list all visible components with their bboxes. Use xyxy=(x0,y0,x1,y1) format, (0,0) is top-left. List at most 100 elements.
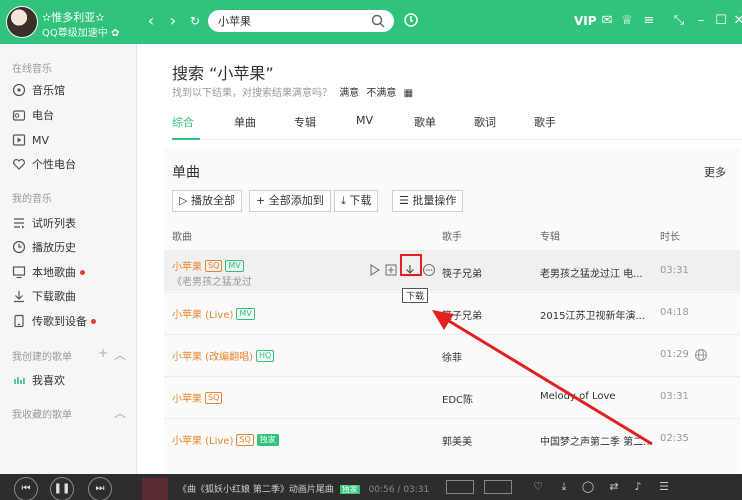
column-header-album[interactable]: 专辑 xyxy=(540,228,560,243)
tab-albums[interactable]: 专辑 xyxy=(294,114,316,130)
sidebar-item-label: MV xyxy=(32,133,50,147)
tab-songs[interactable]: 单曲 xyxy=(234,114,256,130)
qr-code-icon[interactable]: ▦ xyxy=(404,88,413,99)
skin-icon[interactable]: ♕ xyxy=(618,12,636,30)
mini-mode-icon[interactable]: ⤡ xyxy=(670,12,688,30)
album-cover[interactable] xyxy=(142,478,168,500)
column-header-song[interactable]: 歌曲 xyxy=(172,228,192,243)
back-arrow-icon[interactable]: ‹ xyxy=(142,12,160,30)
sidebar-item-radio[interactable]: 电台 xyxy=(12,106,54,124)
section-title: 单曲 xyxy=(172,165,200,181)
more-link[interactable]: 更多 xyxy=(704,164,726,180)
feedback-hint: 找到以下结果，对搜索结果满意吗？ 满意 不满意 ▦ xyxy=(172,84,413,99)
forward-arrow-icon[interactable]: › xyxy=(164,12,182,30)
sidebar-item-personal-radio[interactable]: 个性电台 xyxy=(12,155,76,173)
more-options-icon[interactable] xyxy=(422,263,436,277)
tab-mv[interactable]: MV xyxy=(356,114,373,127)
song-title[interactable]: 小苹果 (Live) MV xyxy=(172,306,255,321)
download-button[interactable]: ⤓ 下载 xyxy=(334,190,379,212)
play-mode-icon[interactable]: ⇄ xyxy=(606,480,622,494)
vip-label[interactable]: VIP xyxy=(574,14,597,28)
music-hall-icon xyxy=(12,83,26,97)
listen-identify-icon[interactable] xyxy=(402,12,420,30)
tab-lyrics[interactable]: 歌词 xyxy=(474,114,496,130)
volume-icon[interactable]: ♪ xyxy=(630,480,646,494)
refresh-icon[interactable]: ↻ xyxy=(186,12,204,30)
song-name[interactable]: 小苹果 (Live) xyxy=(172,306,233,321)
search-input[interactable] xyxy=(218,13,368,29)
now-playing-title[interactable]: 《曲《狐妖小红娘 第二季》动画片尾曲 xyxy=(178,485,334,495)
collapse-up-icon[interactable]: ︿ xyxy=(114,346,126,363)
mail-icon[interactable]: ✉ xyxy=(598,12,616,30)
mv-badge[interactable]: MV xyxy=(225,259,244,272)
minimize-icon[interactable]: – xyxy=(692,12,710,30)
download-icon xyxy=(14,291,24,303)
search-box[interactable] xyxy=(208,10,394,32)
add-all-button[interactable]: + 全部添加到 xyxy=(249,190,331,212)
unsatisfied-link[interactable]: 不满意 xyxy=(366,88,396,99)
album-name[interactable]: 老男孩之猛龙过江 电... xyxy=(540,265,643,280)
lyrics-icon[interactable] xyxy=(484,480,512,494)
song-title[interactable]: 小苹果 (改编翻唱) HQ xyxy=(172,348,275,363)
add-icon[interactable] xyxy=(384,263,398,277)
song-title[interactable]: 小苹果 SQ MV xyxy=(172,258,244,273)
play-all-button[interactable]: ▷ 播放全部 xyxy=(172,190,242,212)
pause-icon[interactable]: ❚❚ xyxy=(50,477,74,500)
user-name[interactable]: ✫惟多利亚✫ xyxy=(42,9,104,25)
close-icon[interactable]: ✕ xyxy=(730,12,742,30)
list-icon xyxy=(14,218,25,229)
play-icon[interactable] xyxy=(368,263,382,277)
sidebar-item-transfer-device[interactable]: 传歌到设备 xyxy=(12,312,96,330)
playlist-icon[interactable]: ☰ xyxy=(656,480,672,494)
sidebar-item-listen-list[interactable]: 试听列表 xyxy=(12,214,76,232)
collapse-up-icon[interactable]: ︿ xyxy=(114,404,126,421)
hq-badge: HQ xyxy=(255,349,275,362)
column-header-duration[interactable]: 时长 xyxy=(660,228,680,243)
list-icon: ☰ xyxy=(399,194,409,207)
satisfied-link[interactable]: 满意 xyxy=(339,88,359,99)
sidebar-item-favorites[interactable]: 我喜欢 xyxy=(12,371,65,389)
quality-icon[interactable] xyxy=(446,480,474,494)
column-header-artist[interactable]: 歌手 xyxy=(442,228,462,243)
sidebar-item-history[interactable]: 播放历史 xyxy=(12,238,76,256)
maximize-icon[interactable]: ☐ xyxy=(712,12,730,30)
artist-name[interactable]: 筷子兄弟 xyxy=(442,265,482,280)
sq-badge: SQ xyxy=(205,391,223,404)
menu-icon[interactable]: ≡ xyxy=(640,12,658,30)
song-name[interactable]: 小苹果 xyxy=(172,258,202,273)
mv-badge[interactable]: MV xyxy=(236,307,255,320)
search-icon[interactable] xyxy=(370,13,386,29)
download-icon[interactable]: ⤓ xyxy=(556,480,572,494)
now-playing: 《曲《狐妖小红娘 第二季》动画片尾曲 独家 00:56 / 03:31 xyxy=(178,482,429,495)
sidebar-item-label: 下载歌曲 xyxy=(32,290,76,303)
song-name[interactable]: 小苹果 xyxy=(172,390,202,405)
globe-icon[interactable] xyxy=(694,348,708,362)
avatar[interactable] xyxy=(6,6,38,38)
sidebar-item-mv[interactable]: MV xyxy=(12,131,49,149)
sidebar-header-online: 在线音乐 xyxy=(12,64,52,75)
sidebar-item-local-songs[interactable]: 本地歌曲 xyxy=(12,263,85,281)
tab-artists[interactable]: 歌手 xyxy=(534,114,556,130)
favorite-icon[interactable]: ♡ xyxy=(530,480,546,494)
tab-playlists[interactable]: 歌单 xyxy=(414,114,436,130)
song-name[interactable]: 小苹果 (Live) xyxy=(172,432,233,447)
notification-dot xyxy=(91,318,96,324)
sidebar-item-label: 传歌到设备 xyxy=(32,315,87,328)
batch-operation-button[interactable]: ☰ 批量操作 xyxy=(392,190,464,212)
monitor-icon xyxy=(12,266,26,279)
song-duration: 02:35 xyxy=(660,433,689,444)
tab-overall[interactable]: 综合 xyxy=(172,114,194,130)
previous-icon[interactable]: ⏮ xyxy=(14,477,38,500)
qq-level-label: QQ尊级加速中 xyxy=(42,28,108,39)
song-title[interactable]: 小苹果 SQ xyxy=(172,390,223,405)
sidebar-item-downloads[interactable]: 下载歌曲 xyxy=(12,287,76,305)
comment-icon[interactable]: ◯ xyxy=(580,480,596,494)
page-title: 搜索 “小苹果” xyxy=(172,64,274,83)
next-icon[interactable]: ⏭ xyxy=(88,477,112,500)
song-name[interactable]: 小苹果 (改编翻唱) xyxy=(172,348,253,363)
playback-time: 00:56 / 03:31 xyxy=(368,485,430,495)
sidebar-item-music-hall[interactable]: 音乐馆 xyxy=(12,81,65,99)
song-title[interactable]: 小苹果 (Live) SQ 独家 xyxy=(172,432,279,447)
add-playlist-icon[interactable]: + xyxy=(98,346,108,360)
table-row[interactable]: 小苹果 SQ MV 《老男孩之猛龙过 筷子兄弟 老男孩之猛龙过江 电... 03… xyxy=(164,250,740,291)
